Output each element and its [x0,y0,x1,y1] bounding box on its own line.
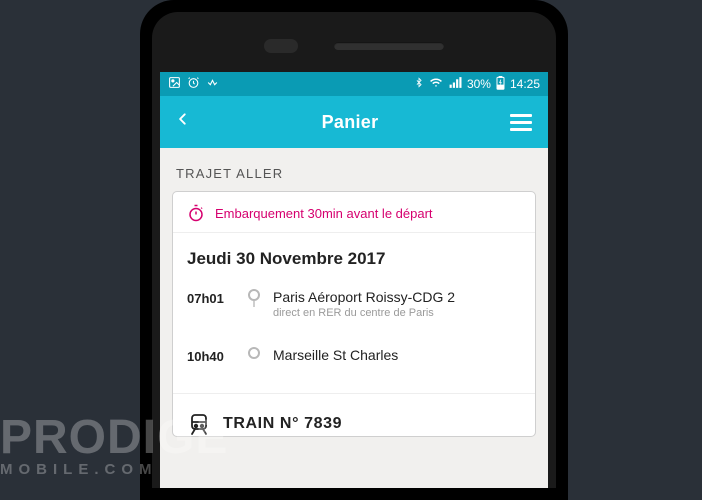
battery-icon [496,76,505,93]
train-row: TRAIN N° 7839 [173,393,535,436]
proximity-sensor [264,39,298,53]
stop-row: 10h40 Marseille St Charles [187,347,521,377]
timeline: 07h01 Paris Aéroport Roissy-CDG 2 direct… [173,279,535,383]
signal-icon [448,76,462,92]
earpiece-speaker [334,42,444,50]
menu-button[interactable] [510,114,532,131]
trip-card: Embarquement 30min avant le départ Jeudi… [172,191,536,437]
check-icon [206,76,219,92]
stop-dot-icon [248,347,260,359]
status-bar: 30% 14:25 [160,72,548,96]
stop-time: 10h40 [187,347,235,364]
stop-name: Paris Aéroport Roissy-CDG 2 [273,289,521,305]
train-number: TRAIN N° 7839 [223,415,342,433]
battery-percent: 30% [467,77,491,91]
alarm-icon [187,76,200,92]
boarding-notice: Embarquement 30min avant le départ [173,192,535,233]
screen: 30% 14:25 Panier TRAJET ALLER [160,72,548,488]
stop-time: 07h01 [187,289,235,306]
speaker-area [160,20,548,72]
phone-bezel: 30% 14:25 Panier TRAJET ALLER [152,12,556,488]
date-heading: Jeudi 30 Novembre 2017 [173,233,535,279]
page-title: Panier [322,112,379,133]
timeline-line [253,301,255,307]
train-icon [187,412,211,436]
stop-name: Marseille St Charles [273,347,521,363]
section-label: TRAJET ALLER [176,166,536,181]
boarding-text: Embarquement 30min avant le départ [215,206,433,221]
content: TRAJET ALLER Embarquement 30min avant le… [160,148,548,437]
stop-row: 07h01 Paris Aéroport Roissy-CDG 2 direct… [187,289,521,347]
app-bar: Panier [160,96,548,148]
image-icon [168,76,181,92]
back-button[interactable] [176,110,190,134]
clock-time: 14:25 [510,77,540,91]
stop-subtitle: direct en RER du centre de Paris [273,307,521,319]
phone-frame: 30% 14:25 Panier TRAJET ALLER [140,0,568,500]
wifi-icon [429,76,443,92]
stopwatch-icon [187,204,205,222]
bluetooth-icon [414,76,424,92]
stop-dot-icon [248,289,260,301]
